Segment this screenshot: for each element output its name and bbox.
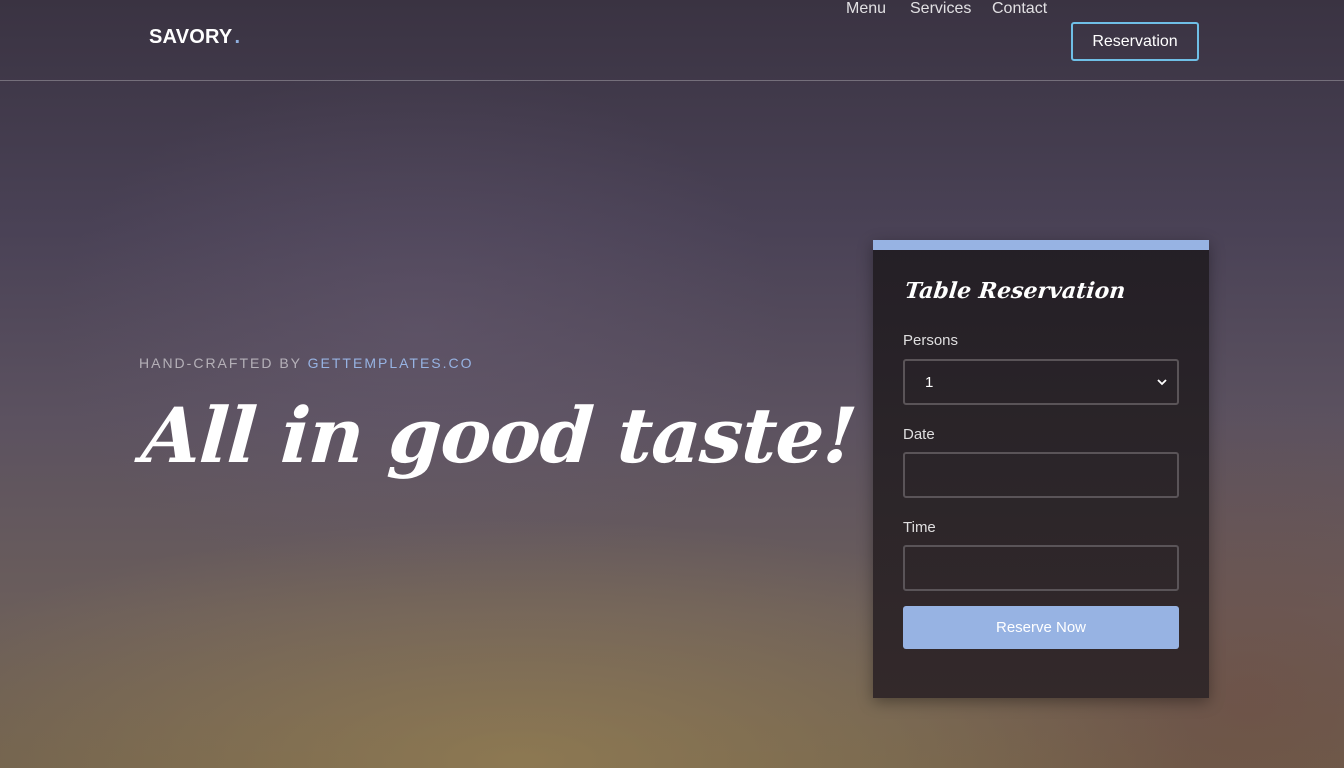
persons-selected-value: 1	[925, 374, 934, 391]
date-field[interactable]	[903, 452, 1179, 498]
reservation-nav-button[interactable]: Reservation	[1071, 22, 1199, 61]
reserve-now-button[interactable]: Reserve Now	[903, 606, 1179, 649]
time-field[interactable]	[903, 545, 1179, 591]
nav-link-contact[interactable]: Contact	[992, 0, 1047, 18]
eyebrow-prefix: HAND-CRAFTED BY	[139, 355, 308, 371]
brand-name: SAVORY	[149, 26, 233, 48]
reservation-title: Table Reservation	[903, 278, 1127, 304]
time-label: Time	[903, 519, 936, 536]
reservation-card: Table Reservation Persons 1 Date Time Re…	[873, 240, 1209, 698]
nav-link-services[interactable]: Services	[910, 0, 971, 18]
card-accent-bar	[873, 240, 1209, 250]
hero-eyebrow: HAND-CRAFTED BY GETTEMPLATES.CO	[139, 355, 474, 371]
hero-headline: All in good taste!	[138, 391, 859, 480]
chevron-down-icon	[1157, 379, 1167, 386]
brand-logo[interactable]: SAVORY.	[149, 26, 240, 49]
persons-select[interactable]: 1	[903, 359, 1179, 405]
persons-label: Persons	[903, 332, 959, 349]
nav-link-menu[interactable]: Menu	[846, 0, 886, 18]
brand-dot: .	[234, 26, 241, 48]
site-header: SAVORY. Menu Services Contact Reservatio…	[0, 0, 1344, 81]
gettemplates-link[interactable]: GETTEMPLATES.CO	[308, 355, 474, 371]
date-label: Date	[903, 426, 935, 443]
